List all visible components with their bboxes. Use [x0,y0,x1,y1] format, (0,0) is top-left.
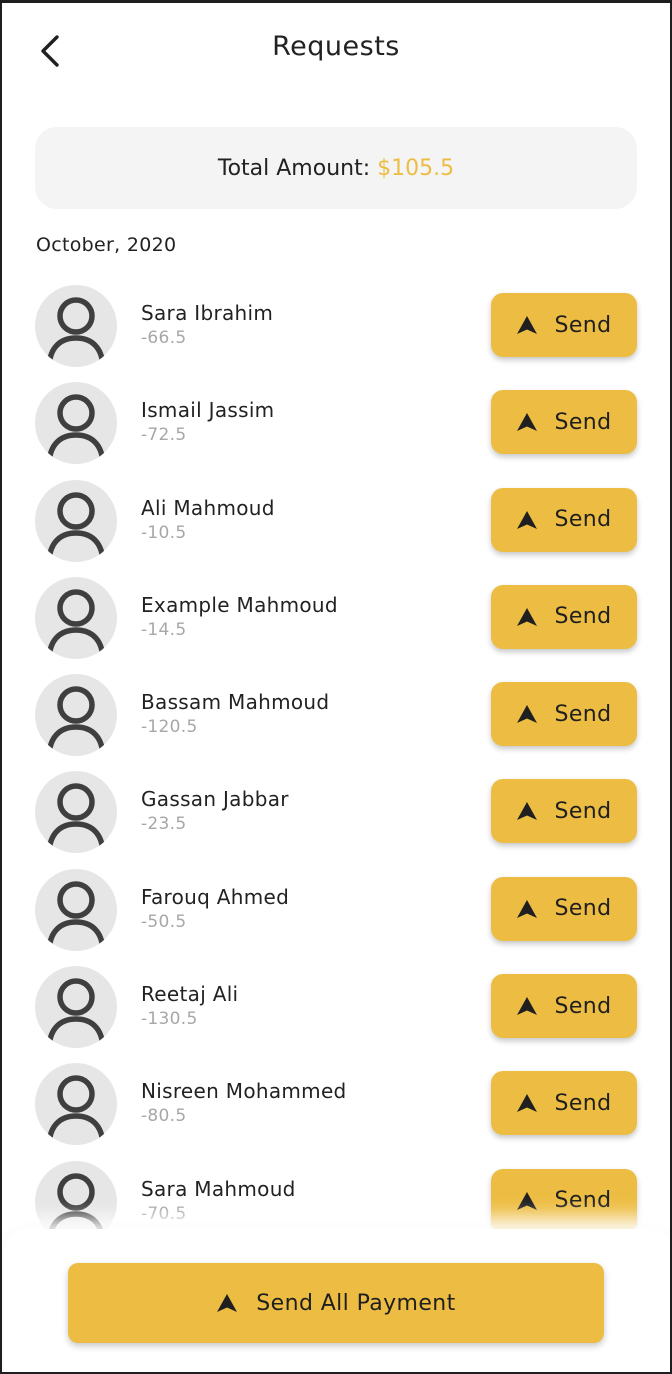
request-name: Farouq Ahmed [141,884,290,909]
send-button[interactable]: Send [491,1071,637,1136]
send-button-label: Send [554,507,612,533]
user-avatar-icon [35,576,117,659]
request-amount: -23.5 [141,814,187,835]
send-button[interactable]: Send [491,584,637,649]
send-button[interactable]: Send [491,974,637,1039]
send-button-label: Send [554,312,612,338]
requests-screen: Requests Total Amount: $105.5 October, 2… [0,0,672,1374]
request-amount: -50.5 [141,911,187,932]
send-arrow-icon [217,1294,238,1312]
request-name: Reetaj Ali [141,982,239,1007]
user-avatar-icon [35,674,117,757]
request-amount: -80.5 [141,1106,187,1127]
request-name: Example Mahmoud [141,592,338,617]
request-row: Bassam Mahmoud -120.5 Send [2,674,670,771]
send-arrow-icon [517,802,538,821]
send-button-label: Send [554,896,612,922]
send-arrow-icon [517,316,538,334]
request-row: Farouq Ahmed -50.5 Send [2,868,670,966]
total-amount-label: Total Amount: [217,155,371,181]
request-amount: -120.5 [141,717,198,738]
send-button[interactable]: Send [491,876,637,941]
app-header: Requests [2,3,670,99]
send-button-label: Send [554,604,612,630]
request-amount: -66.5 [141,328,187,348]
request-row: Ali Mahmoud -10.5 Send [2,479,670,577]
user-avatar-icon [35,382,117,465]
send-button[interactable]: Send [491,487,637,552]
request-list: Sara Ibrahim -66.5 Send Ismail Jassim -7… [2,285,670,1258]
month-heading: October, 2020 [36,234,177,256]
user-avatar-icon [35,771,117,854]
user-avatar-icon [35,1063,117,1146]
request-name: Nisreen Mohammed [141,1079,347,1104]
request-name: Ismail Jassim [141,398,275,423]
send-button[interactable]: Send [491,779,637,844]
request-row: Example Mahmoud -14.5 Send [2,576,670,674]
request-name: Gassan Jabbar [141,787,289,812]
send-button-label: Send [554,798,612,824]
request-amount: -10.5 [141,522,187,543]
request-amount: -72.5 [141,425,187,446]
request-name: Sara Ibrahim [141,301,274,325]
request-name: Sara Mahmoud [141,1176,296,1201]
send-button[interactable]: Send [491,390,637,455]
request-amount: -130.5 [141,1009,198,1030]
request-row: Sara Ibrahim -66.5 Send [2,285,670,382]
send-button-label: Send [554,409,612,435]
send-button[interactable]: Send [491,682,637,747]
request-amount: -70.5 [141,1203,187,1224]
page-title: Requests [272,31,400,62]
bottom-action-bar: Send All Payment [4,1229,670,1372]
user-avatar-icon [35,868,117,951]
user-avatar-icon [35,479,117,562]
send-button-label: Send [554,1188,612,1214]
request-name: Bassam Mahmoud [141,690,330,715]
user-avatar-icon [35,285,117,367]
send-arrow-icon [517,899,538,918]
send-button-label: Send [554,1090,612,1116]
send-arrow-icon [517,1094,538,1113]
total-amount-card: Total Amount: $105.5 [35,127,637,209]
send-all-payment-label: Send All Payment [256,1290,456,1316]
request-name: Ali Mahmoud [141,495,275,520]
request-row: Nisreen Mohammed -80.5 Send [2,1063,670,1160]
total-amount-value: $105.5 [377,155,455,181]
request-row: Gassan Jabbar -23.5 Send [2,771,670,868]
send-arrow-icon [517,1191,538,1210]
request-amount: -14.5 [141,619,187,640]
user-avatar-icon [35,966,117,1049]
send-arrow-icon [517,705,538,724]
send-button-label: Send [554,701,612,727]
send-arrow-icon [517,510,538,529]
send-all-payment-button[interactable]: Send All Payment [68,1263,604,1343]
send-arrow-icon [517,413,538,432]
send-arrow-icon [517,997,538,1016]
request-row: Ismail Jassim -72.5 Send [2,382,670,479]
request-row: Reetaj Ali -130.5 Send [2,966,670,1063]
send-button[interactable]: Send [491,1168,637,1233]
send-arrow-icon [517,607,538,626]
send-button-label: Send [554,993,612,1019]
send-button[interactable]: Send [491,293,637,357]
